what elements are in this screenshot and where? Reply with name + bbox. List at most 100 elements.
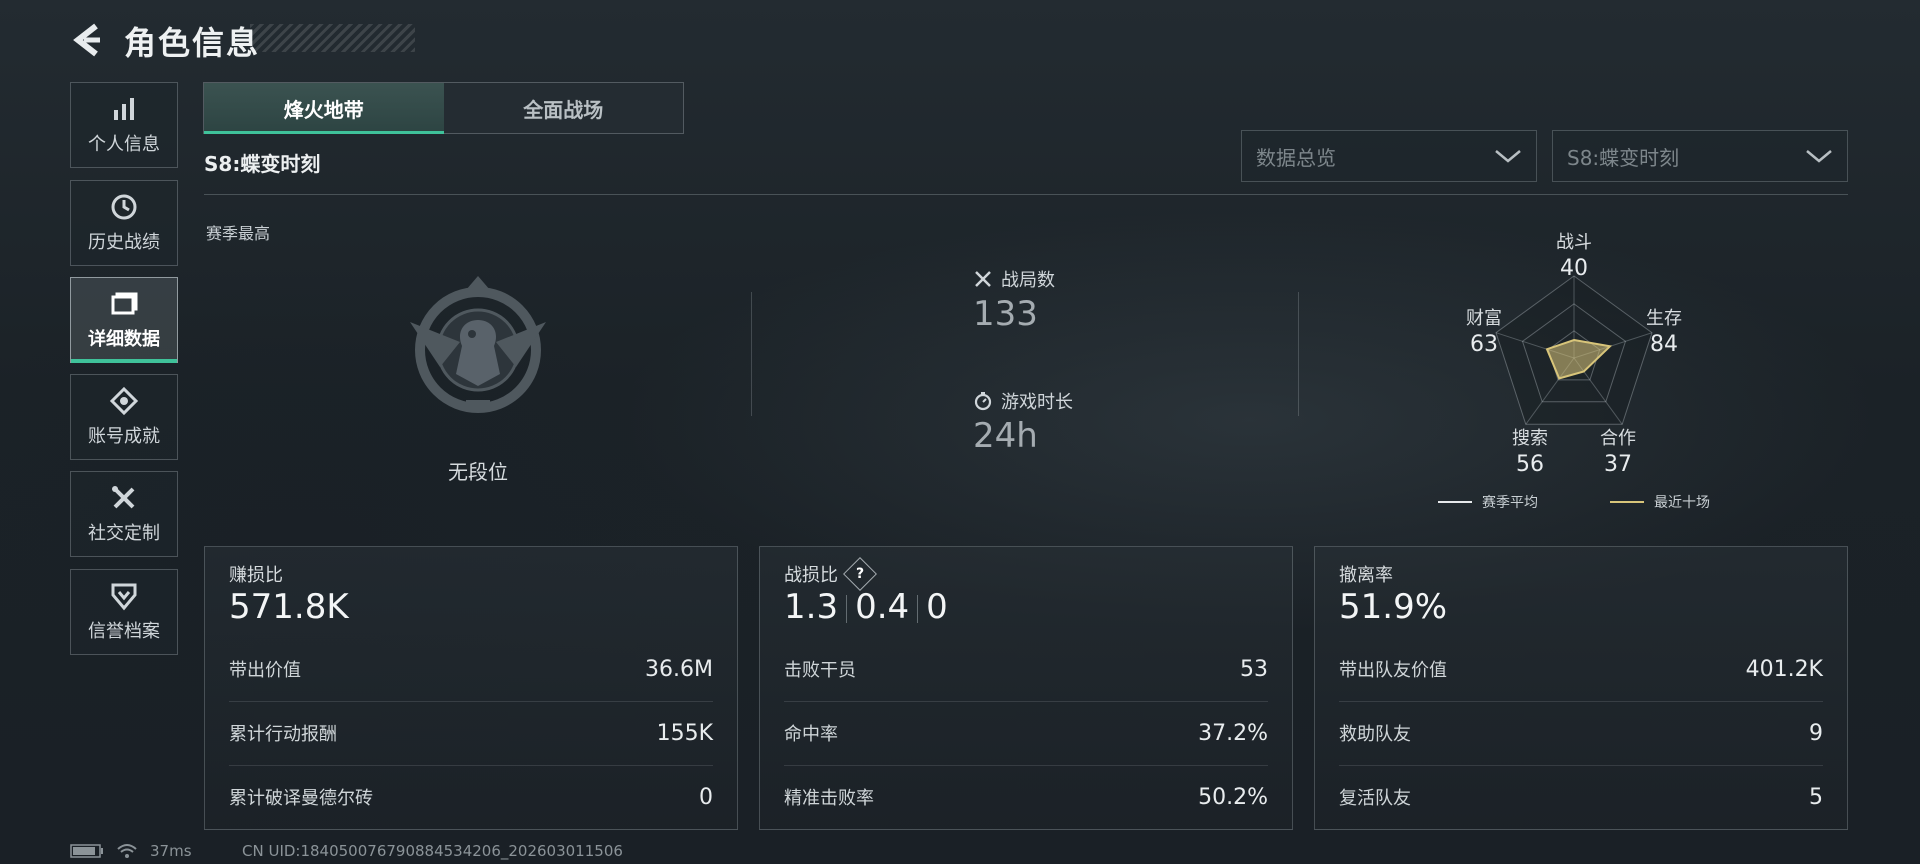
stat-row: 击败干员 53 xyxy=(784,637,1268,702)
legend-recent-ten: 最近十场 xyxy=(1610,492,1710,512)
card-value: 571.8K xyxy=(229,587,349,627)
card-title: 赚损比 xyxy=(229,565,283,586)
radar-label-search: 搜索 xyxy=(1512,428,1548,449)
stat-value: 155K xyxy=(656,720,713,746)
wifi-icon xyxy=(117,844,137,858)
sidebar-item-label: 详细数据 xyxy=(88,329,160,350)
stat-label: 命中率 xyxy=(784,724,838,745)
stat-value: 50.2% xyxy=(1198,784,1268,810)
legend-label: 最近十场 xyxy=(1654,495,1710,511)
stat-value: 0 xyxy=(699,784,713,810)
bar-chart-icon xyxy=(114,98,134,120)
rank-eagle-emblem-icon xyxy=(410,276,546,413)
stat-value: 37.2% xyxy=(1198,720,1268,746)
stat-value: 9 xyxy=(1809,720,1823,746)
achievement-icon xyxy=(109,386,139,416)
matches-stat: 战局数 133 xyxy=(973,266,1055,334)
title-decoration xyxy=(250,24,415,52)
season-name: S8:蝶变时刻 xyxy=(204,152,321,176)
sidebar-item-label: 社交定制 xyxy=(88,523,160,544)
chevron-down-icon xyxy=(1495,150,1521,163)
playtime-value: 24h xyxy=(973,416,1038,456)
credit-shield-icon xyxy=(111,583,137,611)
kd-ratio-card: 战损比 ? 1.3 0.4 0 击败干员 53 命中率 37.2% 精准击败率 50… xyxy=(759,546,1293,830)
sidebar-item-social-custom[interactable]: 社交定制 xyxy=(70,471,178,557)
sidebar-item-credit-file[interactable]: 信誉档案 xyxy=(70,569,178,655)
back-arrow-icon[interactable] xyxy=(68,20,108,60)
stat-value: 5 xyxy=(1809,784,1823,810)
sidebar-item-detailed-data[interactable]: 详细数据 xyxy=(70,277,178,363)
ping-text: 37ms xyxy=(150,842,192,860)
stat-row: 复活队友 5 xyxy=(1339,765,1823,829)
sidebar-item-personal-info[interactable]: 个人信息 xyxy=(70,82,178,168)
chevron-down-icon xyxy=(1806,150,1832,163)
page-title: 角色信息 xyxy=(124,24,261,62)
stat-label: 累计行动报酬 xyxy=(229,724,337,745)
tab-hazard-zone[interactable]: 烽火地带 xyxy=(204,83,444,134)
battery-icon xyxy=(70,844,103,858)
crossed-swords-icon xyxy=(975,271,991,287)
stat-label: 救助队友 xyxy=(1339,724,1411,745)
radar-value-survival: 84 xyxy=(1650,332,1678,357)
help-glyph: ? xyxy=(855,566,865,582)
sidebar-item-label: 历史战绩 xyxy=(88,232,160,253)
divider xyxy=(204,194,1848,195)
extraction-rate-card: 撤离率 51.9% 带出队友价值 401.2K 救助队友 9 复活队友 5 xyxy=(1314,546,1848,830)
kd-values: 1.3 0.4 0 xyxy=(784,587,948,627)
stat-row: 带出队友价值 401.2K xyxy=(1339,637,1823,702)
divider xyxy=(1298,292,1299,416)
divider xyxy=(751,292,752,416)
rank-text: 无段位 xyxy=(448,460,508,484)
stat-label: 累计破译曼德尔砖 xyxy=(229,788,373,809)
stat-label: 击败干员 xyxy=(784,660,856,681)
playtime-stat: 游戏时长 24h xyxy=(973,388,1073,456)
sidebar-item-match-history[interactable]: 历史战绩 xyxy=(70,180,178,266)
tab-full-battlefield[interactable]: 全面战场 xyxy=(443,83,683,133)
radar-label-wealth: 财富 xyxy=(1466,308,1502,329)
stat-row: 精准击败率 50.2% xyxy=(784,765,1268,829)
sidebar-item-achievements[interactable]: 账号成就 xyxy=(70,374,178,460)
radar-label-cooperation: 合作 xyxy=(1600,428,1636,449)
radar-label-survival: 生存 xyxy=(1646,308,1682,329)
card-title: 撤离率 xyxy=(1339,565,1393,586)
kd-value-1: 1.3 xyxy=(784,587,839,627)
view-dropdown[interactable]: 数据总览 xyxy=(1241,130,1537,182)
stat-label: 带出队友价值 xyxy=(1339,660,1447,681)
sidebar-item-label: 账号成就 xyxy=(88,426,160,447)
matches-value: 133 xyxy=(973,294,1038,334)
stat-row: 命中率 37.2% xyxy=(784,701,1268,766)
stat-row: 救助队友 9 xyxy=(1339,701,1823,766)
status-bar: 37ms xyxy=(70,842,192,860)
radar-value-wealth: 63 xyxy=(1470,332,1498,357)
profit-loss-card: 赚损比 571.8K 带出价值 36.6M 累计行动报酬 155K 累计破译曼德… xyxy=(204,546,738,830)
kd-value-2: 0.4 xyxy=(855,587,910,627)
stat-label: 精准击败率 xyxy=(784,788,874,809)
tools-icon xyxy=(112,486,135,509)
legend-season-average: 赛季平均 xyxy=(1438,492,1538,512)
folder-icon xyxy=(111,292,138,315)
sidebar-item-label: 信誉档案 xyxy=(88,621,160,642)
stopwatch-icon xyxy=(974,392,992,411)
radar-value-cooperation: 37 xyxy=(1604,452,1632,477)
matches-label: 战局数 xyxy=(1001,270,1055,291)
stat-row: 带出价值 36.6M xyxy=(229,637,713,702)
season-dropdown[interactable]: S8:蝶变时刻 xyxy=(1552,130,1848,182)
radar-value-combat: 40 xyxy=(1560,256,1588,281)
legend-label: 赛季平均 xyxy=(1482,495,1538,511)
stat-label: 带出价值 xyxy=(229,660,301,681)
help-icon[interactable]: ? xyxy=(843,557,877,591)
mode-tabs: 烽火地带 全面战场 xyxy=(203,82,684,134)
stat-value: 401.2K xyxy=(1745,656,1823,682)
stat-row: 累计行动报酬 155K xyxy=(229,701,713,766)
season-best-label: 赛季最高 xyxy=(206,224,271,243)
kd-value-3: 0 xyxy=(926,587,948,627)
card-value: 51.9% xyxy=(1339,587,1448,627)
history-clock-icon xyxy=(111,194,137,220)
stat-value: 36.6M xyxy=(645,656,713,682)
view-dropdown-value: 数据总览 xyxy=(1256,145,1336,170)
uid-text: CN UID:184050076790884534206_20260301150… xyxy=(242,842,623,860)
playtime-label: 游戏时长 xyxy=(1001,392,1073,413)
card-title: 战损比 xyxy=(784,565,838,586)
stat-label: 复活队友 xyxy=(1339,788,1411,809)
radar-label-combat: 战斗 xyxy=(1556,232,1592,253)
